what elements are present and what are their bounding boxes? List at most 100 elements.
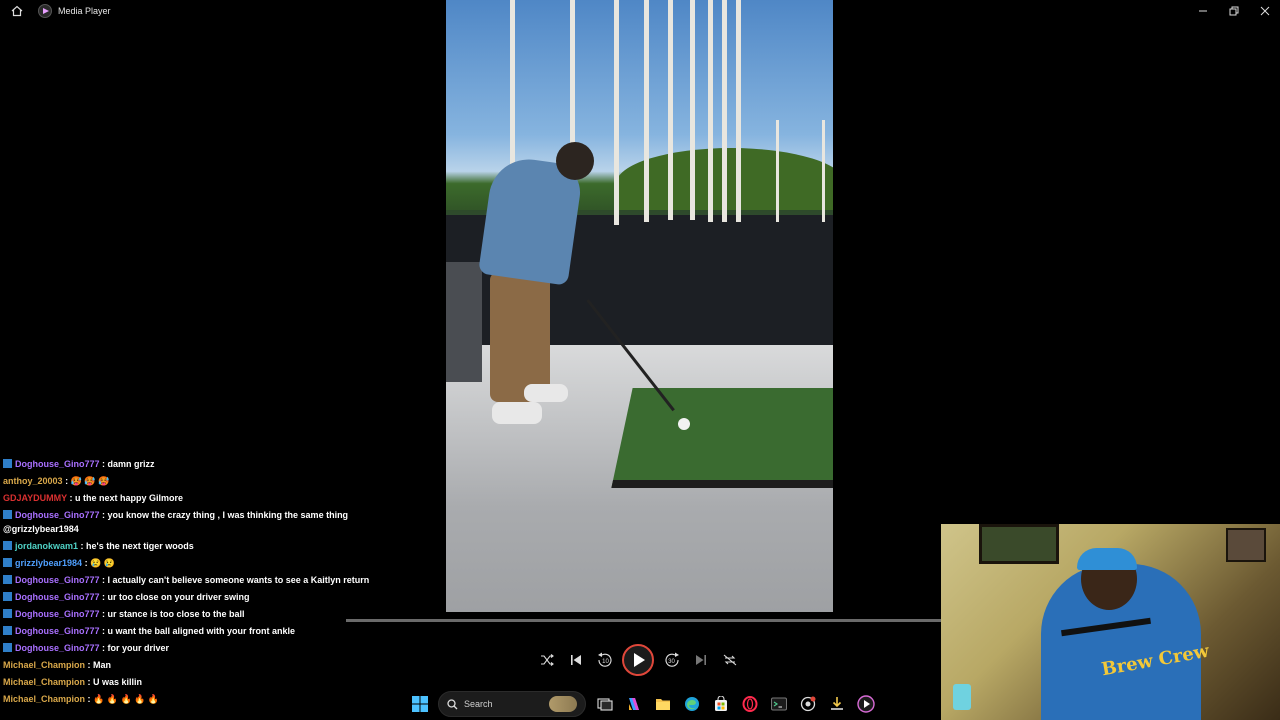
edge-button[interactable] bbox=[677, 690, 706, 718]
skip-forward-30-icon: 30 bbox=[664, 652, 679, 667]
close-icon bbox=[1260, 6, 1269, 16]
chat-text: : u want the ball aligned with your fron… bbox=[102, 625, 296, 636]
minimize-button[interactable] bbox=[1187, 0, 1218, 22]
seek-bar[interactable] bbox=[346, 619, 941, 622]
prime-badge-icon bbox=[3, 608, 12, 618]
chat-message: Doghouse_Gino777 : ur too close on your … bbox=[3, 588, 393, 605]
chat-message: Michael_Champion : 🔥 🔥 🔥 🔥 🔥 bbox=[3, 690, 393, 707]
skip-back-seconds: 10 bbox=[602, 659, 609, 665]
copilot-icon bbox=[628, 698, 639, 710]
chat-username: Michael_Champion bbox=[3, 676, 86, 687]
opera-gx-icon bbox=[742, 696, 757, 712]
repeat-off-icon bbox=[723, 654, 736, 666]
opera-gx-button[interactable] bbox=[735, 690, 764, 718]
game-app-button[interactable] bbox=[793, 690, 822, 718]
prime-badge-icon bbox=[3, 557, 12, 567]
folder-icon bbox=[655, 699, 670, 710]
taskbar: Search bbox=[405, 690, 880, 718]
play-icon bbox=[634, 653, 645, 667]
download-icon bbox=[830, 697, 843, 710]
store-button[interactable] bbox=[706, 690, 735, 718]
next-button[interactable] bbox=[686, 644, 715, 676]
chat-text: : 🥵 🥵 🥵 bbox=[65, 475, 110, 486]
chat-message: Doghouse_Gino777 : you know the crazy th… bbox=[3, 506, 393, 537]
chat-username: Doghouse_Gino777 bbox=[15, 458, 100, 469]
chat-text: : I actually can't believe someone wants… bbox=[102, 574, 370, 585]
next-icon bbox=[695, 655, 706, 665]
start-button[interactable] bbox=[405, 690, 434, 718]
copilot-button[interactable] bbox=[619, 690, 648, 718]
chat-username: grizzlybear1984 bbox=[15, 557, 83, 568]
terminal-icon bbox=[770, 697, 787, 711]
task-view-icon bbox=[596, 698, 613, 711]
chat-text: : 🔥 🔥 🔥 🔥 🔥 bbox=[87, 693, 160, 704]
video-hitting-mat bbox=[611, 388, 833, 488]
chat-username: GDJAYDUMMY bbox=[3, 492, 68, 503]
chat-username: Doghouse_Gino777 bbox=[15, 642, 100, 653]
chat-username: jordanokwam1 bbox=[15, 540, 79, 551]
download-app-button[interactable] bbox=[822, 690, 851, 718]
previous-icon bbox=[570, 655, 581, 665]
chat-username: Michael_Champion bbox=[3, 693, 86, 704]
window-title: Media Player bbox=[58, 6, 111, 16]
restore-button[interactable] bbox=[1218, 0, 1249, 22]
chat-message: Michael_Champion : U was killin bbox=[3, 673, 393, 690]
shuffle-button[interactable] bbox=[532, 644, 561, 676]
chat-message: Michael_Champion : Man bbox=[3, 656, 393, 673]
chat-username: Doghouse_Gino777 bbox=[15, 509, 100, 520]
webcam-feed: Brew Crew bbox=[941, 524, 1280, 720]
chat-message: jordanokwam1 : he's the next tiger woods bbox=[3, 537, 393, 554]
chat-message: Doghouse_Gino777 : u want the ball align… bbox=[3, 622, 393, 639]
skip-back-button[interactable]: 10 bbox=[590, 644, 619, 676]
chat-text: : damn grizz bbox=[102, 458, 155, 469]
chat-message: Doghouse_Gino777 : for your driver bbox=[3, 639, 393, 656]
chat-text: : U was killin bbox=[87, 676, 143, 687]
terminal-button[interactable] bbox=[764, 690, 793, 718]
edge-browser-icon bbox=[684, 697, 699, 711]
file-explorer-button[interactable] bbox=[648, 690, 677, 718]
play-button[interactable] bbox=[622, 644, 654, 676]
chat-username: Doghouse_Gino777 bbox=[15, 591, 100, 602]
prime-badge-icon bbox=[3, 509, 12, 519]
home-button[interactable] bbox=[6, 0, 28, 22]
repeat-button[interactable] bbox=[715, 644, 744, 676]
video-frame[interactable] bbox=[446, 0, 833, 612]
shuffle-icon bbox=[540, 654, 554, 666]
chat-message: anthoy_20003 : 🥵 🥵 🥵 bbox=[3, 472, 393, 489]
chat-text: : u the next happy Gilmore bbox=[69, 492, 184, 503]
chat-message: Doghouse_Gino777 : damn grizz bbox=[3, 455, 393, 472]
search-highlight-image bbox=[549, 696, 577, 712]
skip-forward-seconds: 30 bbox=[668, 659, 675, 665]
video-golf-ball bbox=[678, 418, 690, 430]
chat-text: : he's the next tiger woods bbox=[80, 540, 194, 551]
chat-text: : ur too close on your driver swing bbox=[102, 591, 250, 602]
taskbar-search[interactable]: Search bbox=[438, 691, 586, 717]
prime-badge-icon bbox=[3, 458, 12, 468]
media-player-app-icon bbox=[38, 4, 52, 18]
media-player-icon bbox=[856, 695, 875, 713]
close-button[interactable] bbox=[1249, 0, 1280, 22]
windows-logo-icon bbox=[411, 696, 428, 712]
prime-badge-icon bbox=[3, 625, 12, 635]
chat-username: Doghouse_Gino777 bbox=[15, 608, 100, 619]
playback-controls: 10 30 bbox=[532, 644, 744, 676]
prime-badge-icon bbox=[3, 642, 12, 652]
search-placeholder: Search bbox=[464, 699, 493, 709]
chat-text: : ur stance is too close to the ball bbox=[102, 608, 245, 619]
prime-badge-icon bbox=[3, 574, 12, 584]
chat-username: Doghouse_Gino777 bbox=[15, 574, 100, 585]
game-app-icon bbox=[800, 696, 815, 712]
minimize-icon bbox=[1198, 10, 1207, 12]
chat-username: Doghouse_Gino777 bbox=[15, 625, 100, 636]
task-view-button[interactable] bbox=[590, 690, 619, 718]
chat-message: Doghouse_Gino777 : ur stance is too clos… bbox=[3, 605, 393, 622]
media-player-taskbar-button[interactable] bbox=[851, 690, 880, 718]
previous-button[interactable] bbox=[561, 644, 590, 676]
skip-back-10-icon: 10 bbox=[597, 652, 612, 667]
chat-username: anthoy_20003 bbox=[3, 475, 63, 486]
home-icon bbox=[11, 5, 23, 17]
skip-forward-button[interactable]: 30 bbox=[657, 644, 686, 676]
chat-text: : Man bbox=[87, 659, 112, 670]
prime-badge-icon bbox=[3, 540, 12, 550]
webcam-poster bbox=[979, 524, 1059, 564]
